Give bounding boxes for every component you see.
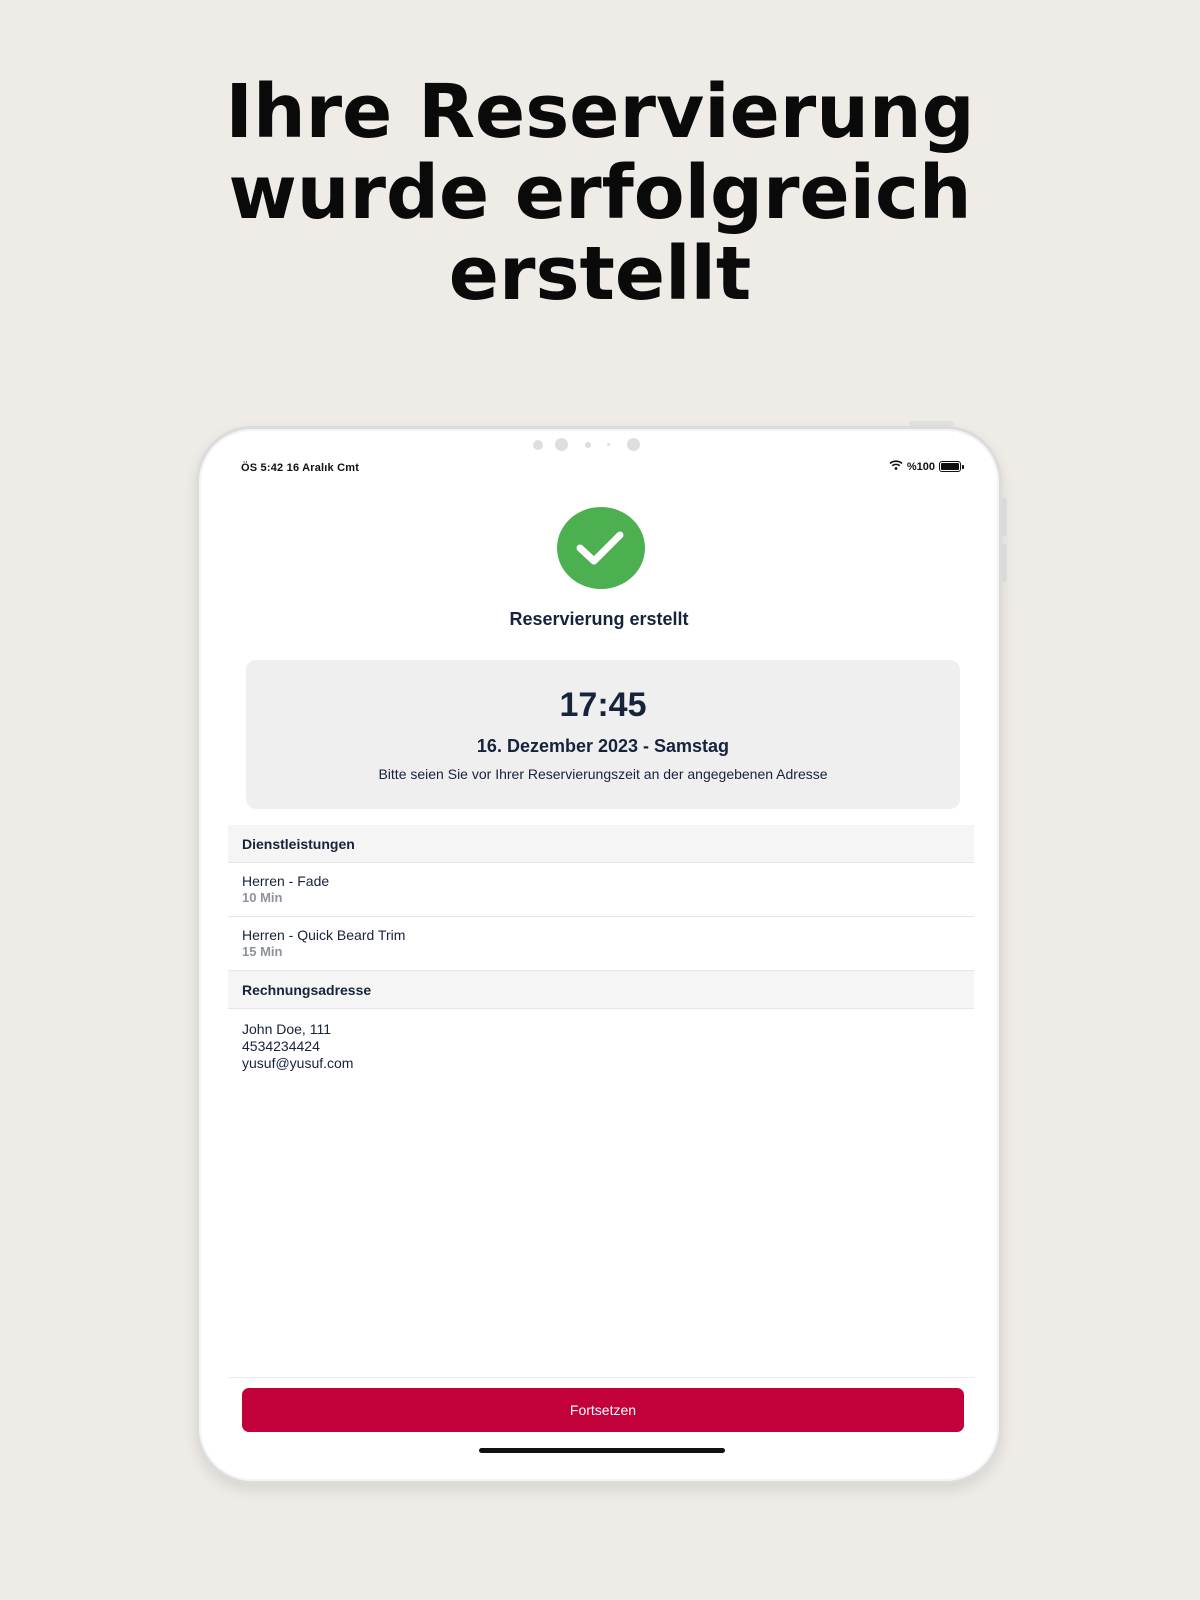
continue-button[interactable]: Fortsetzen [242,1388,964,1432]
service-duration: 10 Min [242,890,283,905]
status-right: %100 [889,460,964,473]
headline-line-3: erstellt [448,231,752,317]
checkmark-icon [557,507,645,589]
service-name: Herren - Fade [242,873,330,889]
appointment-date: 16. Dezember 2023 - Samstag [476,736,730,756]
headline-line-2: wurde erfolgreich [228,150,972,236]
headline: Ihre Reservierung wurde erfolgreich erst… [0,72,1200,315]
sensor-dot [585,442,591,448]
camera-sensors [199,437,999,453]
battery-icon [939,461,964,472]
wifi-icon [889,460,903,473]
headline-line-1: Ihre Reservierung [225,69,975,155]
home-indicator[interactable] [479,1448,725,1453]
volume-up-button [1002,498,1007,536]
status-time-date: ÖS 5:42 16 Aralık Cmt [241,462,360,474]
volume-down-button [1002,544,1007,582]
footer-divider [228,1377,974,1378]
service-duration: 15 Min [242,944,283,959]
billing-name: John Doe, 111 [242,1021,331,1037]
battery-percent: %100 [906,460,935,473]
sensor-dot [555,438,568,451]
appointment-hint: Bitte seien Sie vor Ihrer Reservierungsz… [378,766,828,782]
service-item: Herren - Fade 10 Min [228,863,974,917]
sensor-dot [607,443,610,446]
appointment-card: 17:45 16. Dezember 2023 - Samstag Bitte … [246,660,960,809]
services-header: Dienstleistungen [228,825,974,863]
billing-phone: 4534234424 [242,1038,320,1054]
appointment-time: 17:45 [559,686,647,724]
billing-header: Rechnungsadresse [228,971,974,1009]
front-camera [627,438,640,451]
sensor-dot [533,440,543,450]
service-name: Herren - Quick Beard Trim [242,927,406,943]
confirmation-title: Reservierung erstellt [509,609,689,629]
service-item: Herren - Quick Beard Trim 15 Min [228,917,974,971]
billing-address: John Doe, 111 4534234424 yusuf@yusuf.com [242,1021,353,1072]
billing-email: yusuf@yusuf.com [242,1055,354,1071]
tablet-frame: ÖS 5:42 16 Aralık Cmt %100 Reservierung … [196,426,1002,1484]
